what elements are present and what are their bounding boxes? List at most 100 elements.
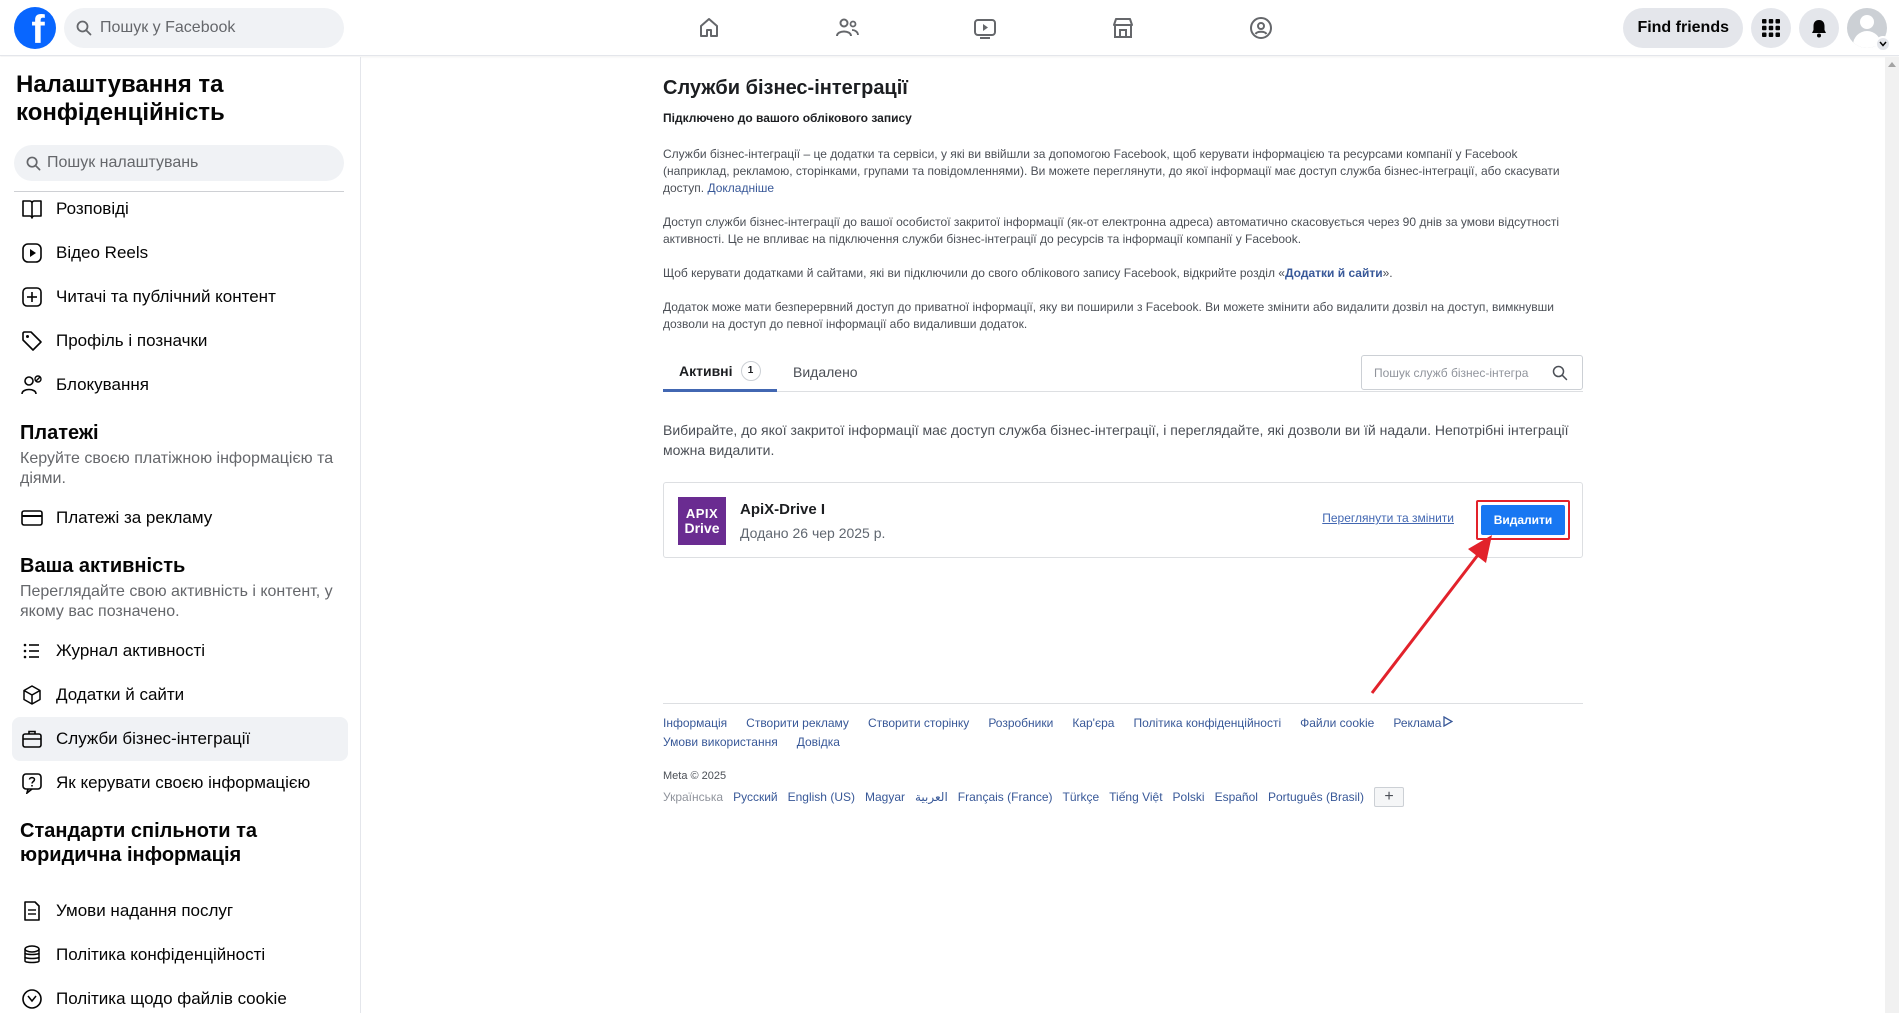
sidebar-item-followers[interactable]: Читачі та публічний контент xyxy=(12,275,348,319)
account-chevron[interactable] xyxy=(1875,36,1891,52)
facebook-search[interactable] xyxy=(64,8,344,48)
plus-square-icon xyxy=(20,285,44,309)
language-option[interactable]: Magyar xyxy=(865,790,905,804)
sidebar-item-profile-tagging[interactable]: Профіль і позначки xyxy=(12,319,348,363)
language-option[interactable]: Español xyxy=(1215,790,1258,804)
sidebar-item-cookie-policy[interactable]: Політика щодо файлів cookie xyxy=(12,977,348,1013)
sidebar-item-manage-info[interactable]: Як керувати своєю інформацією xyxy=(12,761,348,805)
nav-video[interactable] xyxy=(916,0,1054,56)
database-icon xyxy=(20,943,44,967)
description-paragraph-3: Щоб керувати додатками й сайтами, які ви… xyxy=(663,266,1393,280)
sidebar-item-label: Політика конфіденційності xyxy=(56,945,266,964)
top-right-controls: Find friends xyxy=(1623,8,1891,52)
notifications-button[interactable] xyxy=(1799,8,1839,48)
sidebar-item-label: Як керувати своєю інформацією xyxy=(56,773,311,792)
sidebar-item-activity-log[interactable]: Журнал активності xyxy=(12,629,348,673)
sidebar-title: Налаштування та конфіденційність xyxy=(16,71,225,126)
settings-search-input[interactable] xyxy=(47,154,327,172)
language-option[interactable]: Polski xyxy=(1173,790,1205,804)
language-option[interactable]: Français (France) xyxy=(958,790,1053,804)
settings-search[interactable] xyxy=(14,145,344,181)
search-icon xyxy=(1552,365,1568,380)
footer-link-ad-choices[interactable]: Реклама xyxy=(1393,714,1454,733)
footer-link-terms[interactable]: Умови використання xyxy=(663,733,778,752)
page-scrollbar[interactable] xyxy=(1885,57,1899,1013)
footer: Інформація Створити рекламу Створити сто… xyxy=(663,703,1583,807)
document-icon xyxy=(20,899,44,923)
nav-friends[interactable] xyxy=(778,0,916,56)
footer-link-privacy[interactable]: Політика конфіденційності xyxy=(1133,714,1281,733)
language-option[interactable]: Русский xyxy=(733,790,778,804)
tab-active[interactable]: Активні 1 xyxy=(663,352,777,392)
language-option[interactable]: Português (Brasil) xyxy=(1268,790,1364,804)
sidebar-item-blocking[interactable]: Блокування xyxy=(12,363,348,407)
footer-links: Інформація Створити рекламу Створити сто… xyxy=(663,714,1493,752)
sidebar-item-label: Відео Reels xyxy=(56,243,149,262)
page-title: Служби бізнес-інтеграції xyxy=(663,77,908,99)
more-languages-button[interactable]: + xyxy=(1373,787,1404,807)
sidebar-item-label: Політика щодо файлів cookie xyxy=(56,989,287,1008)
app-added-date: Додано 26 чер 2025 р. xyxy=(740,525,886,541)
language-option[interactable]: Tiếng Việt xyxy=(1109,790,1162,804)
reels-icon xyxy=(20,241,44,265)
section-activity-heading: Ваша активність xyxy=(20,555,186,577)
facebook-logo[interactable]: f xyxy=(14,7,56,49)
view-edit-link[interactable]: Переглянути та змінити xyxy=(1322,511,1454,525)
footer-link-developers[interactable]: Розробники xyxy=(988,714,1053,733)
menu-button[interactable] xyxy=(1751,8,1791,48)
apps-websites-link[interactable]: Додатки й сайти xyxy=(1285,266,1383,280)
footer-link-help[interactable]: Довідка xyxy=(797,733,840,752)
sidebar-item-stories[interactable]: Розповіді xyxy=(12,187,348,231)
annotation-arrow xyxy=(1370,535,1492,694)
sidebar-item-label: Служби бізнес-інтеграції xyxy=(56,729,251,748)
sidebar-item-label: Блокування xyxy=(56,375,149,394)
description-paragraph-4: Додаток може мати безперервний доступ до… xyxy=(663,300,1554,331)
integration-search[interactable] xyxy=(1361,355,1583,390)
integration-search-input[interactable] xyxy=(1374,365,1544,380)
sidebar-item-ads-payments[interactable]: Платежі за рекламу xyxy=(12,496,348,540)
language-option[interactable]: العربية xyxy=(915,790,948,804)
section-payments-heading: Платежі xyxy=(20,422,99,444)
nav-groups[interactable] xyxy=(1192,0,1330,56)
question-bubble-icon xyxy=(20,771,44,795)
search-icon xyxy=(76,20,92,36)
sidebar-item-terms[interactable]: Умови надання послуг xyxy=(12,889,348,933)
sidebar-item-business-integrations[interactable]: Служби бізнес-інтеграції xyxy=(12,717,348,761)
footer-link-create-page[interactable]: Створити сторінку xyxy=(868,714,969,733)
marketplace-icon xyxy=(1113,18,1133,38)
sidebar-item-label: Профіль і позначки xyxy=(56,331,208,350)
top-bar: f Find friends xyxy=(0,0,1899,56)
find-friends-button[interactable]: Find friends xyxy=(1623,8,1743,48)
language-list: Українська Русский English (US) Magyar ا… xyxy=(663,787,1583,807)
tab-removed[interactable]: Видалено xyxy=(793,352,858,392)
book-icon xyxy=(20,197,44,221)
language-option[interactable]: English (US) xyxy=(788,790,855,804)
app-name: ApiX-Drive I xyxy=(740,501,826,518)
sidebar-item-label: Додатки й сайти xyxy=(56,685,185,704)
footer-link-create-ad[interactable]: Створити рекламу xyxy=(746,714,849,733)
footer-link-careers[interactable]: Кар'єра xyxy=(1072,714,1114,733)
video-icon xyxy=(974,19,996,39)
block-user-icon xyxy=(20,373,44,397)
learn-more-link[interactable]: Докладніше xyxy=(707,181,774,195)
sidebar-item-label: Платежі за рекламу xyxy=(56,508,213,527)
active-count-badge: 1 xyxy=(740,360,761,381)
nav-marketplace[interactable] xyxy=(1054,0,1192,56)
home-icon xyxy=(700,18,718,37)
scroll-up-arrow[interactable] xyxy=(1888,62,1896,67)
apix-drive-logo: APIX Drive xyxy=(678,497,726,545)
facebook-search-input[interactable] xyxy=(100,19,320,37)
footer-link-cookies[interactable]: Файли cookie xyxy=(1300,714,1374,733)
footer-link-about[interactable]: Інформація xyxy=(663,714,727,733)
sidebar-item-reels[interactable]: Відео Reels xyxy=(12,231,348,275)
credit-card-icon xyxy=(20,506,44,530)
nav-home[interactable] xyxy=(640,0,778,56)
section-standards-heading: Стандарти спільноти та юридична інформац… xyxy=(20,820,257,866)
sidebar-item-privacy-policy[interactable]: Політика конфіденційності xyxy=(12,933,348,977)
language-option[interactable]: Türkçe xyxy=(1062,790,1099,804)
description-paragraph-1: Служби бізнес-інтеграції – це додатки та… xyxy=(663,147,1560,195)
chevron-down-icon xyxy=(1879,41,1887,47)
list-icon xyxy=(20,639,44,663)
sidebar-item-apps-websites[interactable]: Додатки й сайти xyxy=(12,673,348,717)
sidebar-item-label: Журнал активності xyxy=(56,641,206,660)
